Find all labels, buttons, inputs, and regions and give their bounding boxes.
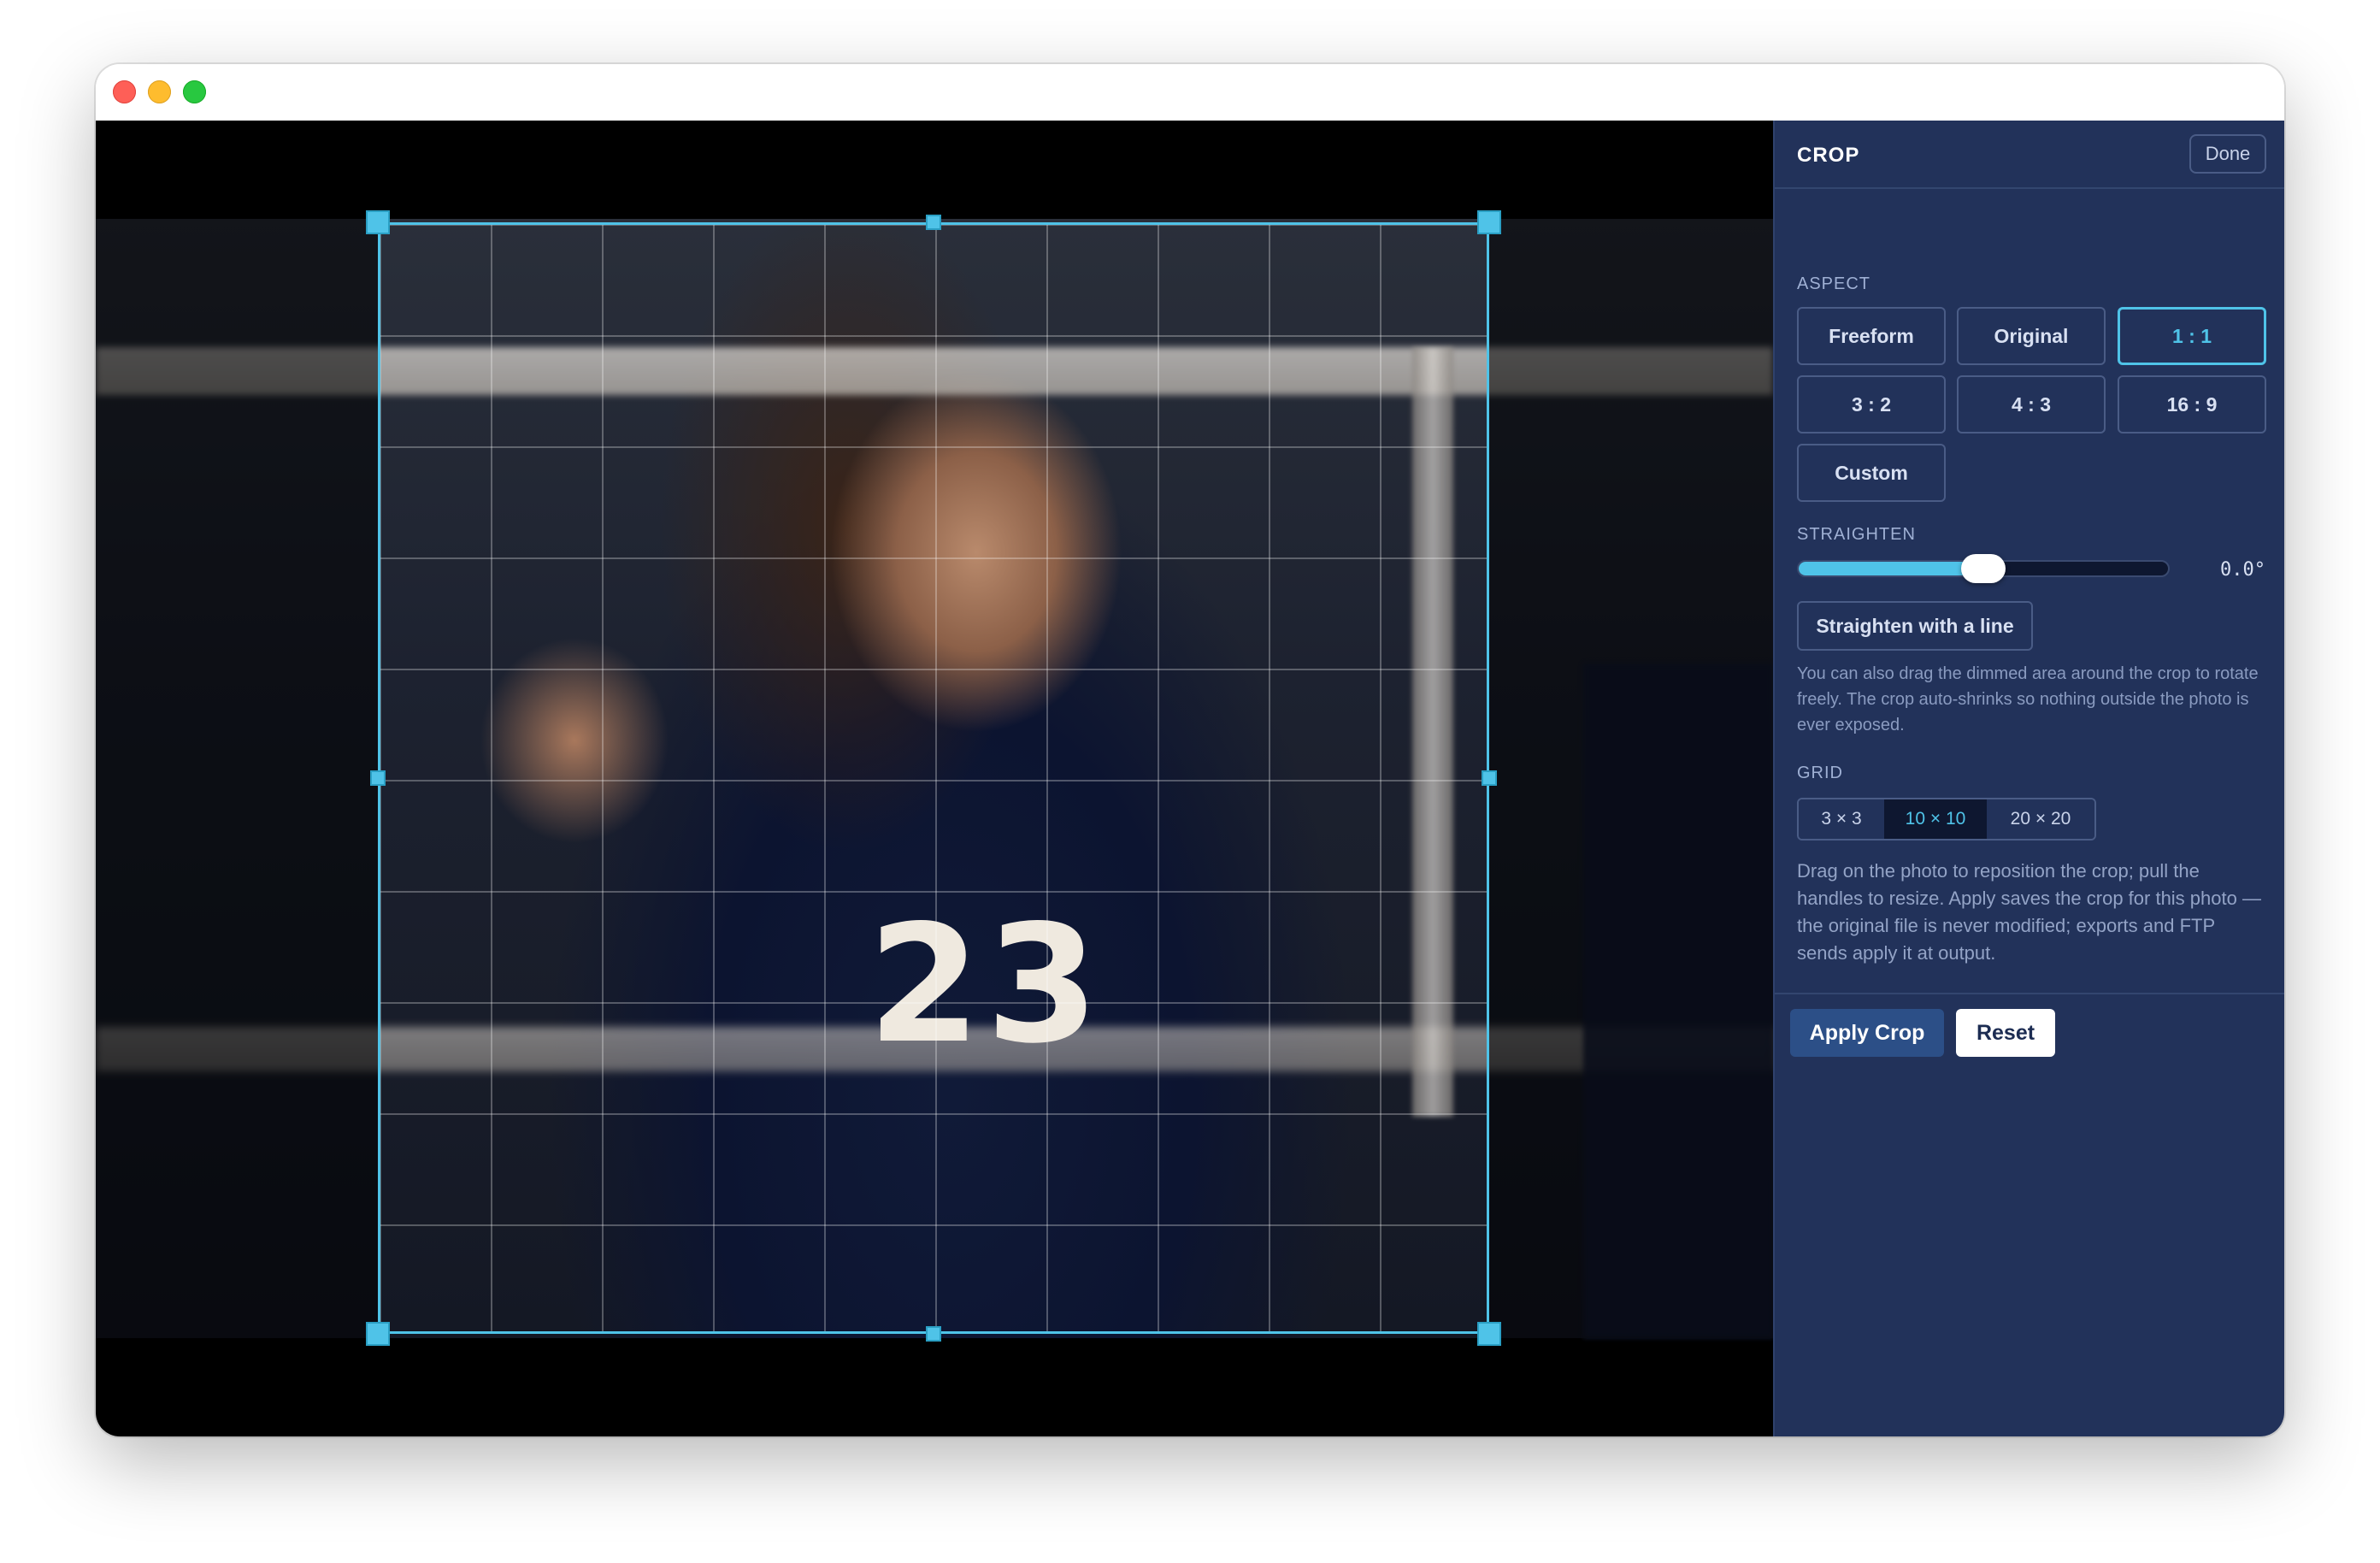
panel-divider <box>1775 993 2284 994</box>
grid-label: GRID <box>1797 764 1843 782</box>
grid-20x20-option[interactable]: 20 × 20 <box>1987 799 2094 839</box>
crop-help-text: Drag on the photo to reposition the crop… <box>1797 860 2261 964</box>
crop-box[interactable] <box>378 222 1489 1334</box>
aspect-4-3-button[interactable]: 4 : 3 <box>1957 375 2106 434</box>
straighten-help-text: You can also drag the dimmed area around… <box>1797 664 2259 734</box>
crop-handle-top-left[interactable] <box>366 210 390 234</box>
crop-handle-right[interactable] <box>1482 770 1497 786</box>
straighten-label: STRAIGHTEN <box>1797 525 1916 544</box>
straighten-slider-thumb[interactable] <box>1961 554 2006 583</box>
straighten-with-line-button[interactable]: Straighten with a line <box>1797 601 2033 651</box>
grid-segmented-control: 3 × 3 10 × 10 20 × 20 <box>1797 798 2096 840</box>
grid-3x3-option[interactable]: 3 × 3 <box>1799 799 1884 839</box>
aspect-16-9-button[interactable]: 16 : 9 <box>2118 375 2266 434</box>
aspect-label: ASPECT <box>1797 274 1871 293</box>
crop-handle-bottom-left[interactable] <box>366 1322 390 1346</box>
panel-header: CROP Done <box>1775 121 2284 189</box>
crop-handle-bottom[interactable] <box>926 1326 941 1342</box>
dimmed-area-right[interactable] <box>1489 219 1773 1338</box>
zoom-window-icon[interactable] <box>183 80 206 103</box>
apply-crop-button[interactable]: Apply Crop <box>1790 1009 1944 1057</box>
title-bar <box>96 64 2284 121</box>
panel-title: CROP <box>1797 144 1860 167</box>
app-window: 23 CROP Done ASPECT Freeform Original 1 … <box>96 64 2284 1436</box>
reset-button[interactable]: Reset <box>1956 1009 2055 1057</box>
straighten-slider-fill <box>1799 562 1983 575</box>
minimize-window-icon[interactable] <box>148 80 171 103</box>
straighten-value: 0.0° <box>2220 559 2265 581</box>
crop-handle-bottom-right[interactable] <box>1477 1322 1501 1346</box>
crop-handle-left[interactable] <box>370 770 386 786</box>
close-window-icon[interactable] <box>113 80 136 103</box>
aspect-original-button[interactable]: Original <box>1957 307 2106 365</box>
done-button[interactable]: Done <box>2189 134 2266 174</box>
dimmed-area-left[interactable] <box>96 219 378 1338</box>
aspect-freeform-button[interactable]: Freeform <box>1797 307 1946 365</box>
crop-panel: CROP Done ASPECT Freeform Original 1 : 1… <box>1773 121 2284 1436</box>
photo-canvas[interactable]: 23 <box>96 121 1773 1436</box>
aspect-3-2-button[interactable]: 3 : 2 <box>1797 375 1946 434</box>
aspect-1-1-button[interactable]: 1 : 1 <box>2118 307 2266 365</box>
grid-10x10-option[interactable]: 10 × 10 <box>1884 799 1987 839</box>
crop-handle-top[interactable] <box>926 215 941 230</box>
aspect-custom-button[interactable]: Custom <box>1797 444 1946 502</box>
crop-handle-top-right[interactable] <box>1477 210 1501 234</box>
